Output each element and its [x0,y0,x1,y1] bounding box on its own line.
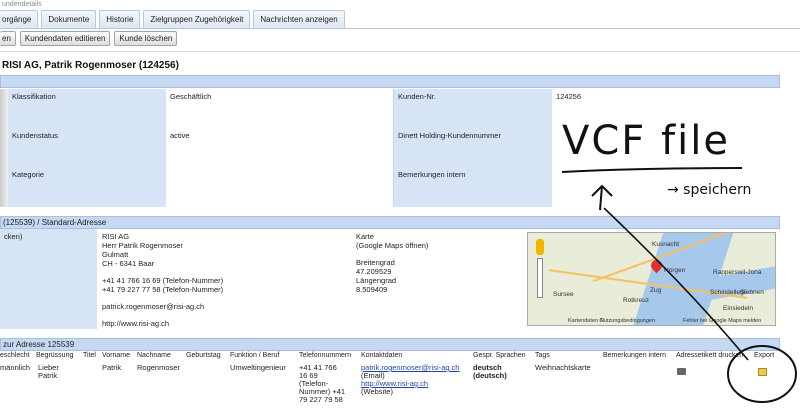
klassifikation-value: Geschäftlich [166,89,394,128]
website: http://www.risi-ag.ch [102,319,170,328]
col-nachname[interactable]: Nachname [137,352,171,359]
col-adressetikett[interactable]: Adressetikett drucken [676,352,743,359]
action-toolbar: en Kundendaten editieren Kunde löschen [0,31,181,46]
map-label: Karte [356,232,374,241]
email: patrick.rogenmoser@risi-ag.ch [102,302,205,311]
col-geschlecht[interactable]: eschlecht [0,352,30,359]
bemerkungen-label: Bemerkungen intern [394,167,552,207]
tab-bar: orgänge Dokumente Historie Zielgruppen Z… [0,10,348,29]
cell-sprachen: deutsch (deutsch) [473,363,507,380]
breadcrumb: undendetails [2,1,42,8]
details-section [0,75,780,88]
contacts-header: zur Adresse 125539 [0,338,780,351]
street: Gulmatt [102,250,129,259]
zoom-control[interactable] [537,258,543,298]
map-label-rotkreuz: Rotkreuz [623,297,650,304]
col-funktion[interactable]: Funktion / Beruf [230,352,279,359]
col-kontaktdaten[interactable]: Kontaktdaten [361,352,402,359]
google-maps-link[interactable]: (Google Maps öffnen) [356,241,428,250]
map-info: Karte (Google Maps öffnen) Breitengrad 4… [356,232,428,294]
lon-value: 8.509409 [356,285,388,294]
delete-customer-button[interactable]: Kunde löschen [114,31,178,46]
tab-dokumente[interactable]: Dokumente [41,10,97,29]
page-title: RISI AG, Patrik Rogenmoser (124256) [2,60,179,71]
pegman-icon[interactable] [536,239,544,255]
map-label-zug: Zug [650,287,662,294]
edit-customer-button[interactable]: Kundendaten editieren [19,31,111,46]
map-label-kusnacht: Kusnacht [652,241,680,248]
partial-action-button[interactable]: en [0,31,16,46]
map-terms-link[interactable]: Nutzungsbedingungen [600,318,655,324]
cell-tags: Weihnachtskarte [535,363,591,372]
cell-nachname: Rogenmoser [137,363,180,372]
address-block: RISI AG Herr Patrik Rogenmoser Gulmatt C… [102,232,223,328]
printer-icon[interactable] [677,368,686,375]
cell-geschlecht: männlich [0,363,31,372]
cell-funktion: Umweltingenieur [230,363,286,372]
map-label-siebnen: Siebnen [740,289,764,296]
kundennr-label: Kunden-Nr. [394,89,552,128]
map-report-link[interactable]: Fehler bei Google Maps melden [683,318,761,324]
annotation-speichern: → speichern [667,182,752,198]
cell-vorname: Patrik [102,363,122,372]
map-attribution: Kartendaten © [568,318,604,324]
col-tags[interactable]: Tags [535,352,550,359]
cell-telefon: +41 41 766 16 69 (Telefon-Nummer) +41 79… [299,363,346,404]
col-titel[interactable]: Titel [83,352,96,359]
tab-divider [0,28,800,29]
company-name: RISI AG [102,232,130,241]
status-value: active [166,128,394,167]
kategorie-label: Kategorie [8,167,166,207]
col-export[interactable]: Export [754,352,774,359]
cell-kontaktdaten: patrik.rogenmoser@risi-ag.ch (Email) htt… [361,364,459,396]
phone-1: +41 41 766 16 69 (Telefon-Nummer) [102,276,224,285]
tab-zielgruppen[interactable]: Zielgruppen Zugehörigkeit [143,10,251,29]
map-label-sursee: Sursee [553,291,574,298]
export-icon[interactable] [758,368,767,376]
kategorie-value [166,167,394,207]
contacts-section: zur Adresse 125539 [0,338,780,351]
google-map[interactable]: Kusnacht Horgen Rapperswil-Jona Zug Surs… [527,232,776,326]
col-sprachen[interactable]: Gespr. Sprachen [473,352,526,359]
contact-website-type: (Website) [361,387,393,396]
map-label-einsiedeln: Einsiedeln [723,305,753,312]
city: CH - 6341 Baar [102,259,155,268]
lon-label: Längengrad [356,276,397,285]
contact-person: Herr Patrik Rogenmoser [102,241,183,250]
col-vorname[interactable]: Vorname [102,352,130,359]
divider [0,51,800,52]
tab-vorgaenge[interactable]: orgänge [0,10,39,29]
col-bemerkungen[interactable]: Bemerkungen intern [603,352,666,359]
tab-nachrichten[interactable]: Nachrichten anzeigen [253,10,345,29]
lat-value: 47.209529 [356,267,392,276]
col-begruessung[interactable]: Begrüssung [36,352,73,359]
dinett-label: Dinett Holding-Kundennummer [394,128,552,167]
address-section: (125539) / Standard-Adresse [0,216,780,229]
map-label-rapperswil: Rapperswil-Jona [713,269,762,276]
address-left-label: cken) [0,229,97,329]
annotation-vcf-file: VCF file [562,118,730,164]
map-label-horgen: Horgen [664,267,686,274]
phone-2: +41 79 227 77 58 (Telefon-Nummer) [102,285,224,294]
status-label: Kundenstatus [8,128,166,167]
tab-historie[interactable]: Historie [99,10,141,29]
details-header [0,75,780,88]
lat-label: Breitengrad [356,258,395,267]
cell-begruessung: Lieber Patrik [38,363,59,380]
col-geburtstag[interactable]: Geburtstag [186,352,221,359]
klassifikation-label: Klassifikation [8,89,166,128]
address-header: (125539) / Standard-Adresse [0,216,780,229]
col-telefon[interactable]: Telefonnummern [299,352,351,359]
